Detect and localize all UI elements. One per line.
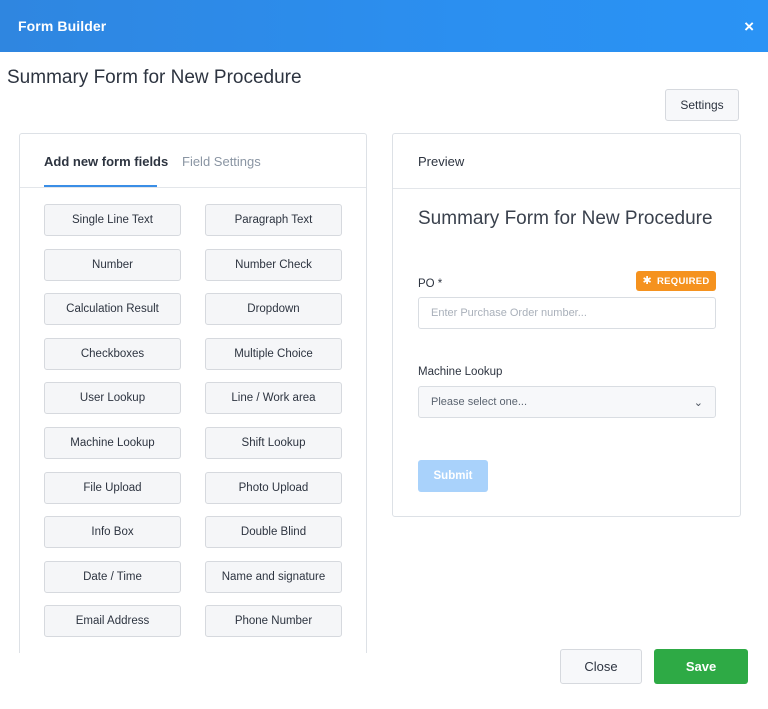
submit-button[interactable]: Submit <box>418 460 488 492</box>
field-button-single-line-text[interactable]: Single Line Text <box>44 204 181 236</box>
field-button-info-box[interactable]: Info Box <box>44 516 181 549</box>
page-title: Summary Form for New Procedure <box>7 67 302 88</box>
close-button[interactable]: Close <box>560 649 642 684</box>
window-title: Form Builder <box>18 18 107 34</box>
preview-panel: Preview Summary Form for New Procedure P… <box>392 133 741 517</box>
field-button-number[interactable]: Number <box>44 248 181 281</box>
field-button-file-upload[interactable]: File Upload <box>44 471 181 504</box>
close-icon[interactable]: × <box>744 18 754 35</box>
field-button-date-time[interactable]: Date / Time <box>44 560 181 593</box>
field-button-double-blind[interactable]: Double Blind <box>205 516 342 549</box>
asterisk-icon: ✱ <box>642 274 652 287</box>
field-button-paragraph-text[interactable]: Paragraph Text <box>205 204 342 236</box>
field-button-email-address[interactable]: Email Address <box>44 605 181 638</box>
field-button-calculation-result[interactable]: Calculation Result <box>44 293 181 326</box>
settings-button[interactable]: Settings <box>665 89 739 121</box>
field-button-phone-number[interactable]: Phone Number <box>205 605 342 638</box>
field-button-user-lookup[interactable]: User Lookup <box>44 382 181 415</box>
field-button-machine-lookup[interactable]: Machine Lookup <box>44 427 181 459</box>
machine-lookup-value: Please select one... <box>431 396 528 408</box>
field-button-multiple-choice[interactable]: Multiple Choice <box>205 337 342 370</box>
tab-bar: Add new form fields Field Settings <box>20 134 366 188</box>
field-button-name-and-signature[interactable]: Name and signature <box>205 560 342 593</box>
po-label: PO * <box>418 278 443 290</box>
save-button[interactable]: Save <box>654 649 748 684</box>
active-tab-indicator <box>44 185 157 187</box>
field-button-number-check[interactable]: Number Check <box>205 248 342 281</box>
preview-heading: Preview <box>393 134 740 189</box>
field-palette-panel: Add new form fields Field Settings Singl… <box>19 133 367 653</box>
required-badge: ✱ REQUIRED <box>636 271 716 291</box>
machine-lookup-label: Machine Lookup <box>418 366 503 378</box>
required-badge-label: REQUIRED <box>656 275 710 287</box>
machine-lookup-select[interactable]: Please select one... ⌄ <box>418 386 716 418</box>
field-button-line-work-area[interactable]: Line / Work area <box>205 382 342 415</box>
tab-add-new-form-fields[interactable]: Add new form fields <box>44 154 168 169</box>
field-button-photo-upload[interactable]: Photo Upload <box>205 471 342 504</box>
titlebar: Form Builder × <box>0 0 768 52</box>
tab-field-settings[interactable]: Field Settings <box>182 154 261 169</box>
po-input[interactable] <box>418 297 716 329</box>
field-button-checkboxes[interactable]: Checkboxes <box>44 337 181 370</box>
field-button-dropdown[interactable]: Dropdown <box>205 293 342 326</box>
field-button-shift-lookup[interactable]: Shift Lookup <box>205 427 342 459</box>
chevron-down-icon: ⌄ <box>693 396 703 409</box>
preview-form-title: Summary Form for New Procedure <box>418 208 713 229</box>
